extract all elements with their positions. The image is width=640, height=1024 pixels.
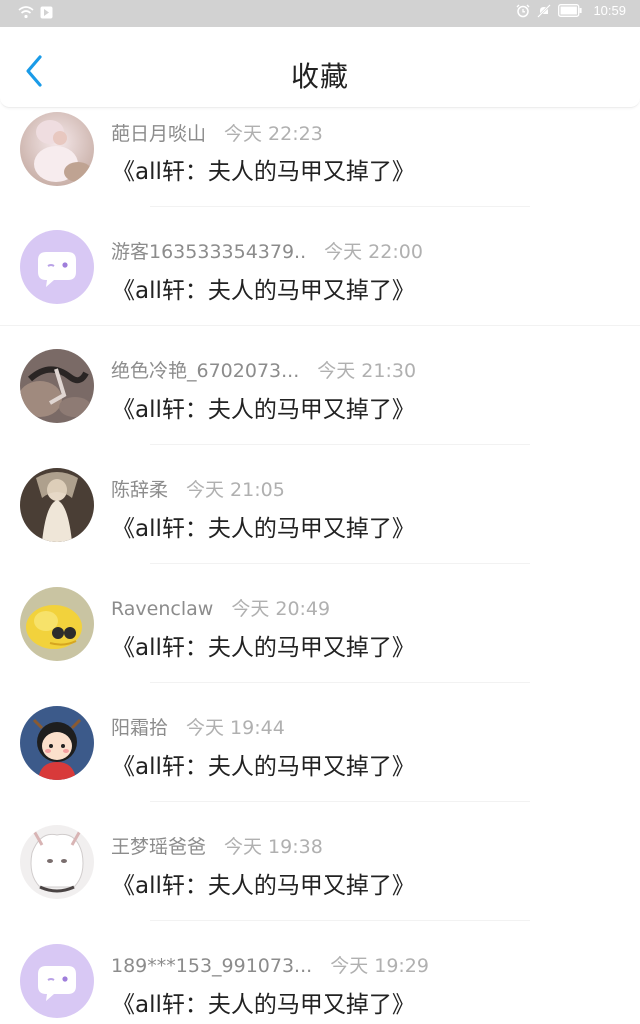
book-title: 《all轩：夫人的马甲又掉了》 <box>112 992 415 1018</box>
avatar <box>20 706 94 780</box>
book-title: 《all轩：夫人的马甲又掉了》 <box>112 635 415 661</box>
username: 绝色冷艳_6702073... <box>111 360 300 382</box>
list-item[interactable]: 游客163533354379.. 今天 22:00 《all轩：夫人的马甲又掉了… <box>0 207 640 326</box>
username: 游客163533354379.. <box>111 241 307 263</box>
item-meta: 阳霜拾 今天 19:44 <box>111 713 285 740</box>
avatar <box>20 468 94 542</box>
wifi-icon <box>18 6 34 19</box>
item-meta: 游客163533354379.. 今天 22:00 <box>111 237 423 264</box>
avatar <box>20 230 94 304</box>
list-item[interactable]: 阳霜拾 今天 19:44 《all轩：夫人的马甲又掉了》 <box>0 683 640 802</box>
battery-icon <box>558 4 583 17</box>
status-bar: 10:59 <box>0 0 640 27</box>
book-title: 《all轩：夫人的马甲又掉了》 <box>112 873 415 899</box>
status-right: 10:59 <box>516 3 626 18</box>
item-meta: 绝色冷艳_6702073... 今天 21:30 <box>111 356 416 383</box>
page-title: 收藏 <box>290 60 349 93</box>
username: 陈辞柔 <box>111 479 169 501</box>
timestamp: 今天 19:38 <box>224 836 323 858</box>
timestamp: 今天 20:49 <box>231 598 331 620</box>
avatar <box>20 587 94 661</box>
username: 阳霜拾 <box>111 717 169 739</box>
book-title: 《all轩：夫人的马甲又掉了》 <box>112 278 415 304</box>
list-item[interactable]: 189***153_991073... 今天 19:29 《all轩：夫人的马甲… <box>0 921 640 1021</box>
username: 葩日月啖山 <box>111 123 207 145</box>
item-meta: 葩日月啖山 今天 22:23 <box>111 119 323 146</box>
mute-icon <box>537 3 552 18</box>
list-item[interactable]: 葩日月啖山 今天 22:23 《all轩：夫人的马甲又掉了》 <box>0 107 640 207</box>
book-title: 《all轩：夫人的马甲又掉了》 <box>112 159 415 185</box>
item-meta: 王梦瑶爸爸 今天 19:38 <box>111 832 323 859</box>
alarm-icon <box>516 4 530 17</box>
avatar <box>20 112 94 186</box>
avatar <box>20 944 94 1018</box>
notification-icon <box>40 6 53 18</box>
item-meta: 陈辞柔 今天 21:05 <box>111 475 285 502</box>
username: 189***153_991073... <box>111 955 313 977</box>
status-time: 10:59 <box>593 3 626 18</box>
book-title: 《all轩：夫人的马甲又掉了》 <box>112 754 415 780</box>
timestamp: 今天 21:05 <box>186 479 285 501</box>
list-item[interactable]: Ravenclaw 今天 20:49 《all轩：夫人的马甲又掉了》 <box>0 564 640 683</box>
timestamp: 今天 19:29 <box>330 955 429 977</box>
avatar <box>20 825 94 899</box>
username: 王梦瑶爸爸 <box>111 836 207 858</box>
list-item[interactable]: 陈辞柔 今天 21:05 《all轩：夫人的马甲又掉了》 <box>0 445 640 564</box>
timestamp: 今天 22:00 <box>324 241 423 263</box>
username: Ravenclaw <box>111 598 214 620</box>
timestamp: 今天 19:44 <box>186 717 285 739</box>
item-meta: 189***153_991073... 今天 19:29 <box>111 951 429 978</box>
book-title: 《all轩：夫人的马甲又掉了》 <box>112 397 415 423</box>
book-title: 《all轩：夫人的马甲又掉了》 <box>112 516 415 542</box>
avatar <box>20 349 94 423</box>
favorites-list: 葩日月啖山 今天 22:23 《all轩：夫人的马甲又掉了》 游客1635333… <box>0 107 640 1021</box>
status-left <box>18 5 53 19</box>
header: 收藏 <box>0 27 640 108</box>
item-meta: Ravenclaw 今天 20:49 <box>111 594 330 621</box>
timestamp: 今天 21:30 <box>317 360 417 382</box>
list-item[interactable]: 绝色冷艳_6702073... 今天 21:30 《all轩：夫人的马甲又掉了》 <box>0 326 640 445</box>
list-item[interactable]: 王梦瑶爸爸 今天 19:38 《all轩：夫人的马甲又掉了》 <box>0 802 640 921</box>
timestamp: 今天 22:23 <box>224 123 323 145</box>
